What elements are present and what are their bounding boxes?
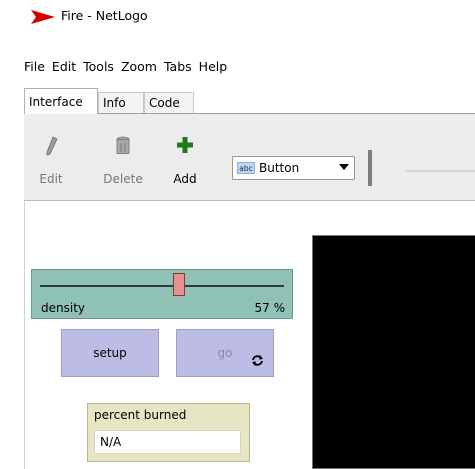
widget-type-select[interactable]: abc Button (232, 156, 355, 180)
slider-track[interactable] (40, 285, 284, 287)
density-slider[interactable]: density 57 % (31, 269, 293, 319)
title-bar[interactable]: Fire - NetLogo (0, 0, 475, 32)
menu-file[interactable]: File (24, 59, 50, 79)
interface-canvas[interactable]: density 57 % setup go percent burned N/A (24, 201, 475, 469)
tab-interface[interactable]: Interface (24, 88, 98, 114)
menu-zoom[interactable]: Zoom (121, 59, 162, 79)
dropdown-arrow-icon[interactable] (339, 164, 349, 170)
go-button-label: go (217, 346, 233, 360)
window-title: Fire - NetLogo (61, 8, 148, 23)
pencil-icon (26, 136, 76, 162)
trash-icon (98, 136, 148, 162)
plus-icon (160, 136, 210, 162)
slider-knob[interactable] (173, 273, 186, 296)
toolbar-separator (368, 150, 372, 186)
go-button[interactable]: go (176, 329, 274, 377)
setup-button[interactable]: setup (61, 329, 159, 377)
button-widget-icon: abc (237, 162, 255, 174)
interface-toolbar: Edit Delete Add abc Button (24, 114, 475, 201)
monitor-label: percent burned (94, 408, 187, 422)
edit-button[interactable]: Edit (26, 136, 76, 190)
percent-burned-monitor[interactable]: percent burned N/A (87, 403, 250, 462)
netlogo-logo-icon (31, 10, 55, 24)
slider-value: 57 % (254, 301, 286, 315)
delete-label: Delete (103, 172, 143, 186)
tab-bar: Interface Info Code (0, 88, 475, 114)
menu-edit[interactable]: Edit (52, 59, 81, 79)
setup-button-label: setup (93, 346, 127, 360)
monitor-value: N/A (94, 430, 241, 454)
delete-button[interactable]: Delete (98, 136, 148, 190)
world-view[interactable] (312, 235, 475, 469)
menu-help[interactable]: Help (199, 59, 233, 79)
slider-name: density (41, 301, 85, 315)
menu-bar: File Edit Tools Zoom Tabs Help (0, 59, 234, 79)
tab-code[interactable]: Code (144, 92, 194, 113)
speed-slider-track[interactable] (405, 170, 475, 172)
netlogo-window: Fire - NetLogo File Edit Tools Zoom Tabs… (0, 0, 475, 469)
menu-tabs[interactable]: Tabs (164, 59, 197, 79)
widget-type-value: Button (259, 161, 300, 175)
add-label: Add (173, 172, 197, 186)
add-button[interactable]: Add (160, 136, 210, 190)
tab-info[interactable]: Info (98, 92, 144, 113)
forever-icon (252, 355, 263, 366)
edit-label: Edit (39, 172, 63, 186)
menu-tools[interactable]: Tools (83, 59, 119, 79)
